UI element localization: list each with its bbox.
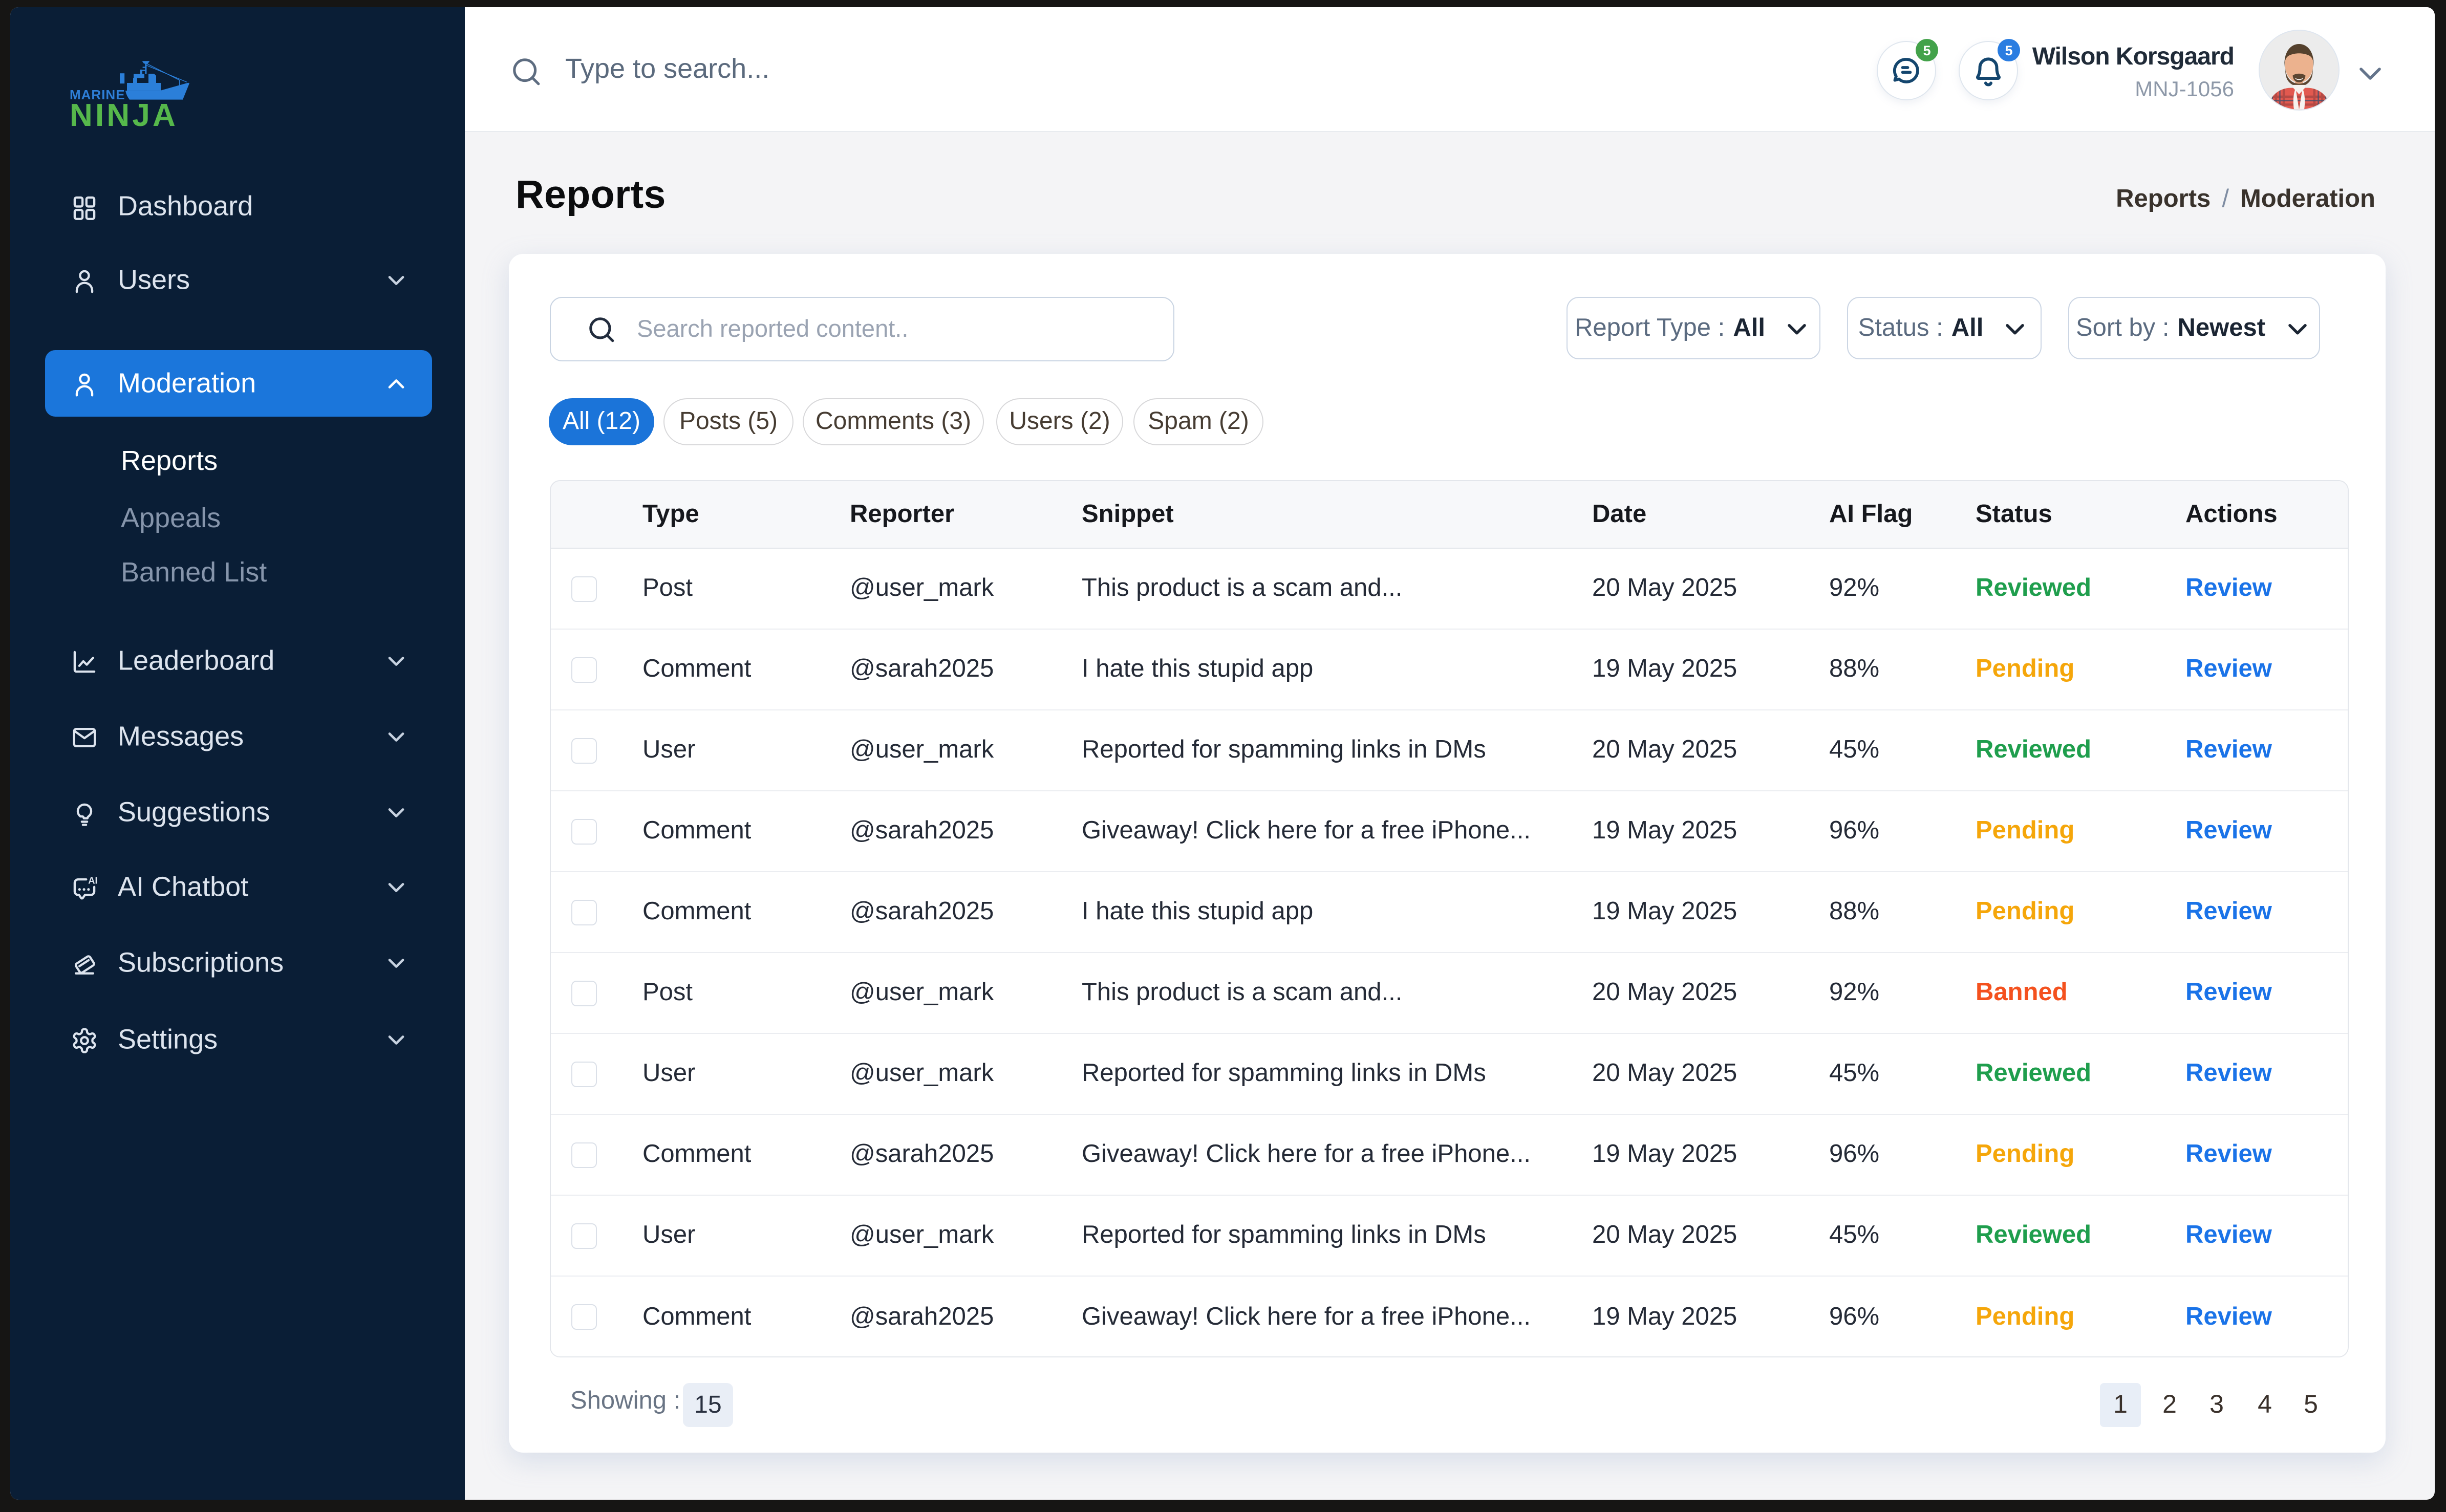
svg-text:AI: AI [88,875,97,885]
